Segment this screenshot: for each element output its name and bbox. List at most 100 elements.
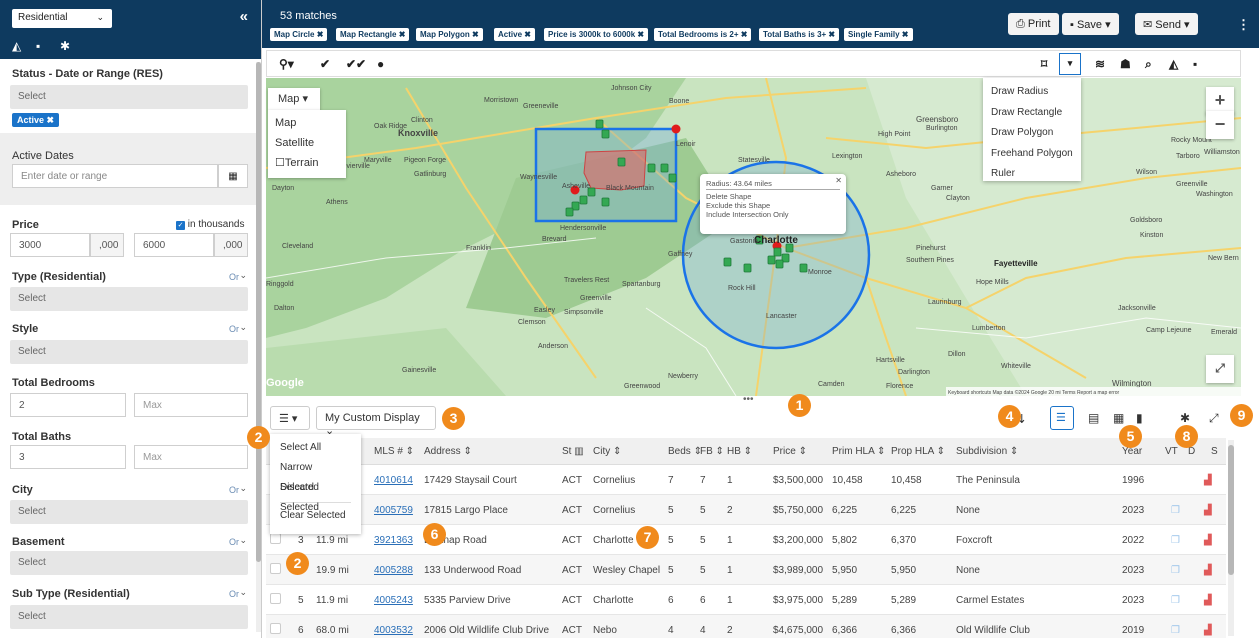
type-or-toggle[interactable]: Or <box>229 272 239 282</box>
row-checkbox[interactable] <box>270 563 281 574</box>
calendar-icon[interactable]: ▦ <box>218 164 248 188</box>
map-type-map[interactable]: Map <box>275 114 339 134</box>
row-checkbox[interactable] <box>270 623 281 634</box>
gear-icon[interactable]: ✱ <box>60 39 84 53</box>
price-max-input[interactable]: 6000 <box>134 233 214 257</box>
zoom-search-icon[interactable]: ⌕ <box>1145 57 1152 72</box>
ruler-item[interactable]: Ruler <box>991 164 1073 185</box>
sidebar-scroll-thumb[interactable] <box>256 62 261 562</box>
collapse-sidebar-icon[interactable]: « <box>240 8 248 25</box>
map-graphic[interactable]: Johnson City Morristown Greeneville Boon… <box>266 78 1241 396</box>
select-all-item[interactable]: Select All <box>280 438 351 458</box>
cell-mls[interactable]: 4003532 <box>374 625 413 636</box>
map-type-terrain[interactable]: ☐Terrain <box>275 154 339 174</box>
eraser-icon[interactable]: ◭ <box>12 39 36 53</box>
column-header[interactable]: St ▥ <box>562 446 584 457</box>
type-select[interactable]: Select <box>10 287 248 311</box>
filter-chip[interactable]: Single Family ✖ <box>844 28 913 41</box>
column-header[interactable]: VT <box>1165 446 1178 457</box>
map-canvas[interactable]: Johnson City Morristown Greeneville Boon… <box>266 78 1241 396</box>
table-scroll-thumb[interactable] <box>1228 445 1234 575</box>
chart-icon[interactable]: ▟ <box>1204 475 1212 486</box>
check-icon[interactable]: ✔ <box>320 57 330 71</box>
column-header[interactable]: Subdivision ⇕ <box>956 446 1018 457</box>
status-tag-active[interactable]: Active ✖ <box>12 113 60 127</box>
gear-icon[interactable]: ✱ <box>1180 411 1190 425</box>
filter-chip[interactable]: Active ✖ <box>494 28 535 41</box>
chevron-down-icon[interactable]: ⌄ <box>239 587 247 598</box>
table-scrollbar[interactable] <box>1228 440 1234 636</box>
subtype-select[interactable]: Select <box>10 605 248 629</box>
filter-chip[interactable]: Map Rectangle ✖ <box>336 28 410 41</box>
save-icon[interactable]: ▪ <box>36 39 60 53</box>
cell-mls[interactable]: 4010614 <box>374 475 413 486</box>
list-view-icon[interactable]: ☰ <box>1050 406 1074 430</box>
baths-min-input[interactable]: 3 <box>10 445 126 469</box>
chart-icon[interactable]: ▟ <box>1204 505 1212 516</box>
expand-icon[interactable]: ⤢ <box>1209 411 1219 426</box>
copy-icon[interactable]: ❐ <box>1171 505 1180 516</box>
filter-chip[interactable]: Map Polygon ✖ <box>416 28 483 41</box>
column-header[interactable]: Beds ⇕ <box>668 446 702 457</box>
style-select[interactable]: Select <box>10 340 248 364</box>
property-type-select[interactable]: Residential ⌄ <box>12 9 112 28</box>
column-header[interactable]: FB ⇕ <box>700 446 724 457</box>
filter-chip[interactable]: Price is 3000k to 6000k ✖ <box>544 28 649 41</box>
price-thousands-toggle[interactable]: ✓ in thousands <box>176 219 245 230</box>
style-or-toggle[interactable]: Or <box>229 324 239 334</box>
map-type-button[interactable]: Map ▾ <box>268 88 320 110</box>
copy-icon[interactable]: ❐ <box>1171 595 1180 606</box>
chart-icon[interactable]: ▟ <box>1204 625 1212 636</box>
location-pin-icon[interactable]: ⚲▾ <box>279 57 294 71</box>
draw-shape-icon[interactable]: ⌑ <box>1041 57 1047 71</box>
price-min-input[interactable]: 3000 <box>10 233 90 257</box>
table-row[interactable]: 6 68.0 mi 4003532 2006 Old Wildlife Club Dr… <box>266 615 1226 638</box>
baths-max-input[interactable]: Max <box>134 445 248 469</box>
exclude-shape-link[interactable]: Exclude this Shape <box>706 201 840 210</box>
city-or-toggle[interactable]: Or <box>229 485 239 495</box>
save-icon[interactable]: ▪ <box>1193 57 1197 71</box>
cell-mls[interactable]: 3921363 <box>374 535 413 546</box>
more-options-icon[interactable]: ⋮ <box>1237 17 1250 33</box>
sidebar-scrollbar[interactable] <box>256 62 261 632</box>
freehand-polygon-item[interactable]: Freehand Polygon <box>991 144 1073 165</box>
print-button[interactable]: ⎙ Print <box>1008 13 1059 35</box>
cell-mls[interactable]: 4005243 <box>374 595 413 606</box>
basement-select[interactable]: Select <box>10 551 248 575</box>
column-header[interactable]: MLS # ⇕ <box>374 446 414 457</box>
save-button[interactable]: ▪ Save ▾ <box>1062 13 1119 35</box>
send-button[interactable]: ✉ Send ▾ <box>1135 13 1198 35</box>
chart-icon[interactable]: ▟ <box>1204 535 1212 546</box>
chevron-down-icon[interactable]: ⌄ <box>239 535 247 546</box>
chart-icon[interactable]: ▟ <box>1204 565 1212 576</box>
column-header[interactable]: Prim HLA ⇕ <box>832 446 885 457</box>
chevron-down-icon[interactable]: ⌄ <box>239 483 247 494</box>
subtype-or-toggle[interactable]: Or <box>229 589 239 599</box>
chevron-down-icon[interactable]: ⌄ <box>239 270 247 281</box>
column-header[interactable]: City ⇕ <box>593 446 621 457</box>
display-select[interactable]: My Custom Display ⌄ <box>316 406 436 437</box>
draw-radius-item[interactable]: Draw Radius <box>991 82 1073 103</box>
checkbox-icon[interactable]: ☐ <box>275 157 285 169</box>
beds-max-input[interactable]: Max <box>134 393 248 417</box>
detail-view-icon[interactable]: ▤ <box>1088 411 1099 425</box>
select-menu-button[interactable]: ☰ ▾ <box>270 406 310 430</box>
copy-icon[interactable]: ❐ <box>1171 625 1180 636</box>
table-row[interactable]: 3 11.9 mi 3921363 Belknap Road ACT Charlotte 5… <box>266 525 1226 555</box>
close-icon[interactable]: ✕ <box>835 176 842 185</box>
city-select[interactable]: Select <box>10 500 248 524</box>
double-check-icon[interactable]: ✔✔ <box>346 57 366 71</box>
zoom-out-button[interactable]: − <box>1206 111 1234 139</box>
layers-icon[interactable]: ≋ <box>1095 57 1105 71</box>
status-select[interactable]: Select <box>10 85 248 109</box>
column-header[interactable]: Address ⇕ <box>424 446 472 457</box>
checkbox-icon[interactable]: ✓ <box>176 221 185 230</box>
intersection-only-link[interactable]: Include Intersection Only <box>706 210 840 219</box>
active-dates-input[interactable]: Enter date or range <box>12 164 218 188</box>
info-icon[interactable]: ● <box>377 57 384 71</box>
chevron-down-icon[interactable]: ⌄ <box>239 322 247 333</box>
column-header[interactable]: HB ⇕ <box>727 446 752 457</box>
beds-min-input[interactable]: 2 <box>10 393 126 417</box>
row-checkbox[interactable] <box>270 593 281 604</box>
table-row[interactable]: 5 11.9 mi 4005243 5335 Parview Drive ACT Char… <box>266 585 1226 615</box>
